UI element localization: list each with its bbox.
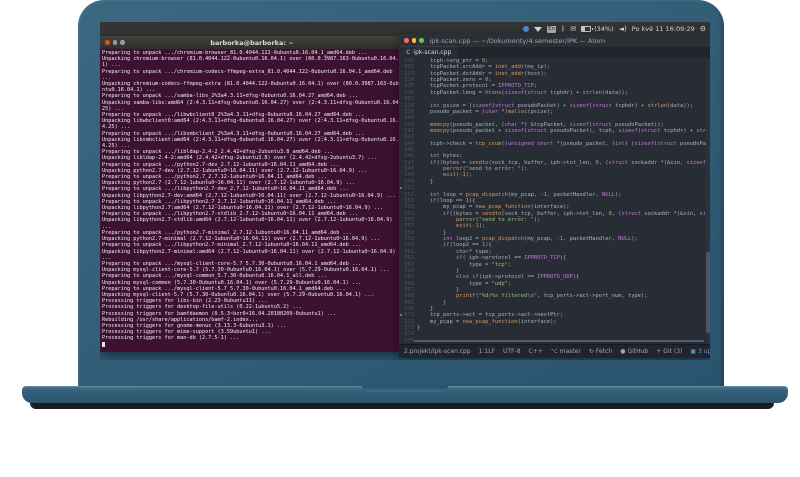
- terminal-line: Preparing to unpack .../libsmbclient_2%3…: [102, 130, 365, 137]
- encoding[interactable]: UTF-8: [503, 348, 521, 355]
- laptop-lid-notch: [362, 386, 448, 392]
- error-marker-icon: [400, 187, 402, 190]
- vertical-scrollbar-thumb[interactable]: [706, 252, 710, 333]
- terminal-cursor: [102, 341, 105, 347]
- terminal-title: barborka@barborka: ~: [210, 38, 294, 47]
- terminal-line: Unpacking libldap-2.4-2:amd64 (2.4.42+df…: [102, 155, 377, 162]
- diff-icon: +: [656, 348, 662, 355]
- status-bar-left: 2.projekt/ipk-scan.cpp 1:1: [404, 348, 488, 355]
- atom-window: ipk-scan.cpp — ~/Dokumenty/4.semester/IP…: [399, 34, 710, 358]
- terminal-line: Unpacking libpython2.7-dev:amd64 (2.7.12…: [102, 192, 396, 199]
- terminal-line: Unpacking chromium-codecs-ffmpeg-extra (…: [102, 81, 402, 94]
- tab-ipk-scan[interactable]: C ipk-scan.cpp: [399, 46, 459, 58]
- line-ending-label: LF: [488, 348, 496, 355]
- git-changes-label: Git (3): [663, 348, 683, 355]
- terminal-line: Preparing to unpack .../samba-libs_2%3a4…: [102, 93, 359, 100]
- atom-window-controls: [404, 38, 424, 43]
- grammar-label: C++: [528, 348, 543, 355]
- clock[interactable]: Po kvě 11 16:09:29: [632, 25, 695, 33]
- desktop: En ᛒ ✉ (34%) ◄) Po kvě 11 16:09:29 ⚙ barborka@…: [100, 22, 710, 360]
- laptop-underside: [30, 403, 774, 409]
- line-ending[interactable]: LF: [488, 348, 495, 355]
- grammar[interactable]: C++: [529, 348, 543, 355]
- keyboard-layout[interactable]: En: [547, 25, 557, 33]
- git-branch-label: master: [559, 348, 581, 355]
- github[interactable]: ● GitHub: [620, 348, 648, 355]
- git-fetch-label: Fetch: [595, 348, 613, 355]
- battery-icon: [581, 26, 592, 32]
- tab-label: ipk-scan.cpp: [413, 49, 452, 56]
- encoding-label: UTF-8: [503, 348, 521, 355]
- maximize-icon[interactable]: [419, 38, 424, 43]
- close-icon[interactable]: [404, 38, 409, 43]
- branch-icon: ⌥: [550, 348, 558, 355]
- status-bar: 2.projekt/ipk-scan.cpp 1:1 LF UTF-8 C++ ⌥ mas…: [399, 344, 710, 358]
- minimize-icon[interactable]: [411, 38, 416, 43]
- file-path[interactable]: 2.projekt/ipk-scan.cpp: [404, 348, 471, 355]
- wifi-icon[interactable]: [534, 26, 543, 32]
- terminal-line: Preparing to unpack .../chromium-codecs-…: [102, 68, 396, 81]
- error-marker-icon: [400, 314, 402, 317]
- cursor-position-label: 1:1: [478, 348, 489, 355]
- github-icon: ●: [620, 348, 626, 355]
- terminal-line: Unpacking libpython2.7-stdlib:amd64 (2.7…: [102, 217, 396, 230]
- git-branch[interactable]: ⌥ master: [551, 348, 581, 355]
- updates[interactable]: ▣3 updates: [690, 348, 710, 355]
- battery-indicator[interactable]: (34%): [581, 25, 614, 33]
- terminal-line: Unpacking libpython2.7-minimal:amd64 (2.…: [102, 248, 399, 261]
- terminal-line: Preparing to unpack .../libpython2.7-min…: [102, 242, 362, 249]
- horizontal-scrollbar[interactable]: [414, 340, 704, 342]
- terminal-prompt-line: [102, 341, 403, 348]
- cursor-position[interactable]: 1:1: [479, 348, 489, 355]
- terminal-line: Unpacking mysql-common (5.7.30-0ubuntu0.…: [102, 279, 362, 286]
- battery-label: (34%): [594, 25, 614, 33]
- battery-nub: [592, 28, 594, 30]
- atom-window-title: ipk-scan.cpp — ~/Dokumenty/4.semester/IP…: [429, 36, 606, 45]
- status-bar-right: LF UTF-8 C++ ⌥ master ↻ Fetch ● GitHub + Git (3) ▣ 3…: [488, 348, 710, 355]
- app-indicator-icon[interactable]: [523, 26, 530, 32]
- github-label: GitHub: [627, 348, 649, 355]
- code-editor[interactable]: 531 tcph->urg_ptr = 0; 532 tcpPacket.srcA…: [399, 58, 710, 344]
- git-fetch[interactable]: ↻ Fetch: [589, 348, 612, 355]
- file-path-label: 2.projekt/ipk-scan.cpp: [404, 348, 471, 355]
- git-changes[interactable]: + Git (3): [656, 348, 682, 355]
- terminal-line: Unpacking samba-libs:amd64 (2:4.3.11+dfs…: [102, 99, 402, 112]
- terminal-line: Unpacking libwbclient0:amd64 (2:4.3.11+d…: [102, 118, 402, 131]
- battery-fill: [582, 27, 585, 31]
- tab-bar: C ipk-scan.cpp: [399, 46, 710, 58]
- terminal-titlebar[interactable]: barborka@barborka: ~: [100, 36, 404, 49]
- terminal-window: barborka@barborka: ~ Preparing to unpack…: [100, 36, 404, 352]
- laptop-base: [22, 386, 788, 403]
- updates-label: 3 updates: [698, 348, 710, 355]
- terminal-line: Unpacking libsmbclient:amd64 (2:4.3.11+d…: [102, 136, 402, 150]
- vertical-scrollbar[interactable]: [706, 58, 710, 344]
- terminal-line: Unpacking chromium-browser (81.0.4044.12…: [102, 56, 399, 69]
- laptop-mockup: En ᛒ ✉ (34%) ◄) Po kvě 11 16:09:29 ⚙ barborka@…: [0, 0, 800, 477]
- terminal-body[interactable]: Preparing to unpack .../chromium-browser…: [100, 49, 404, 352]
- package-icon: ▣: [690, 348, 697, 355]
- code-lines: 531 tcph->urg_ptr = 0; 532 tcpPacket.srcA…: [399, 58, 710, 344]
- cpp-file-icon: C: [406, 49, 411, 56]
- sync-icon: ↻: [588, 348, 594, 355]
